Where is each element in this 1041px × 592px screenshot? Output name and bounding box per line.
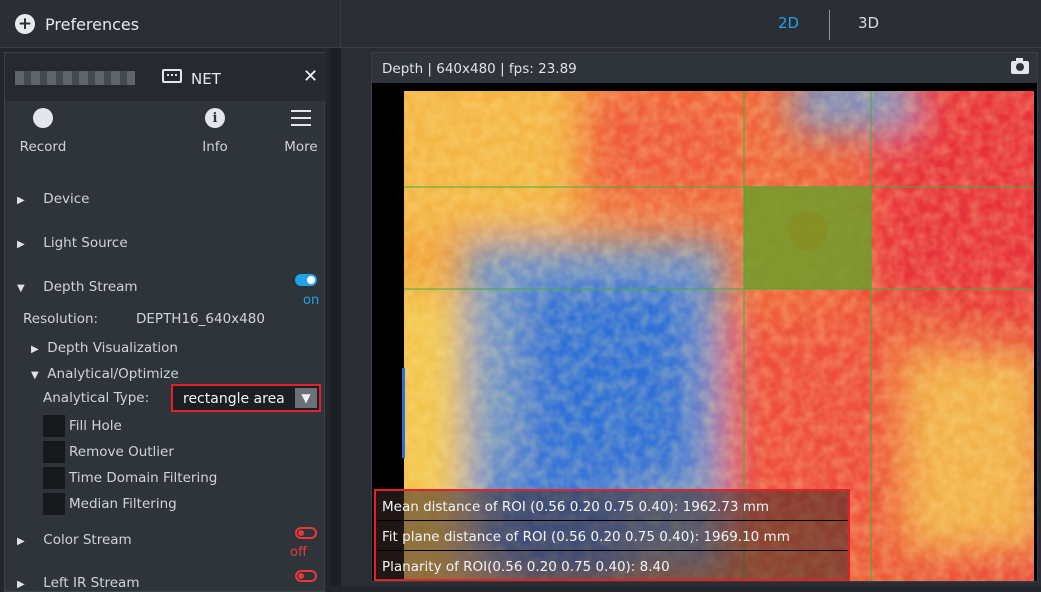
- analytical-optimize-item[interactable]: ▼ Analytical/Optimize: [31, 366, 179, 382]
- section-left-ir-stream[interactable]: ▶ Left IR Stream: [17, 575, 139, 591]
- camera-icon[interactable]: [1011, 58, 1029, 74]
- remove-outlier-checkbox[interactable]: [43, 441, 65, 463]
- section-label: Left IR Stream: [43, 575, 140, 591]
- record-label: Record: [19, 139, 67, 155]
- top-bar: + Preferences 2D 3D: [0, 0, 1041, 48]
- stream-viewer: Depth | 640x480 | fps: 23.89 Mean distan…: [341, 48, 1041, 586]
- analytical-type-select[interactable]: rectangle area ▼: [171, 384, 321, 412]
- section-label: Light Source: [43, 235, 128, 251]
- info-label: Info: [202, 139, 228, 155]
- edge-artifact: [402, 368, 405, 458]
- expand-arrow-icon: ▶: [31, 344, 39, 355]
- preferences-button[interactable]: + Preferences: [0, 0, 341, 48]
- section-device[interactable]: ▶ Device: [17, 191, 89, 207]
- record-button[interactable]: Record: [13, 108, 73, 155]
- remove-outlier-label: Remove Outlier: [69, 444, 174, 460]
- roi-center-mark: [788, 211, 828, 251]
- preferences-label: Preferences: [45, 14, 140, 34]
- device-name-redacted: [15, 71, 135, 85]
- close-icon[interactable]: ✕: [303, 66, 318, 87]
- depth-visualization-item[interactable]: ▶ Depth Visualization: [31, 340, 178, 356]
- stream-title: Depth | 640x480 | fps: 23.89: [382, 61, 577, 77]
- color-stream-state: off: [290, 545, 307, 560]
- tab-2d[interactable]: 2D: [778, 14, 799, 32]
- fill-hole-checkbox[interactable]: [43, 415, 65, 437]
- network-icon: [162, 69, 182, 83]
- connection-label: NET: [191, 70, 221, 88]
- expand-arrow-icon: ▶: [17, 239, 25, 250]
- median-filtering-label: Median Filtering: [69, 496, 177, 512]
- resolution-row: Resolution: DEPTH16_640x480: [23, 311, 265, 327]
- analytical-type-value: rectangle area: [183, 391, 285, 407]
- median-filtering-checkbox[interactable]: [43, 493, 65, 515]
- roi-stats-panel: Mean distance of ROI (0.56 0.20 0.75 0.4…: [374, 489, 850, 581]
- hamburger-icon: [291, 108, 311, 128]
- expand-arrow-icon: ▶: [17, 536, 25, 547]
- section-depth-stream[interactable]: ▼ Depth Stream: [17, 279, 138, 295]
- info-button[interactable]: i Info: [185, 108, 245, 155]
- device-card: NET ✕ Record i Info More ▶ Device ▶ Ligh…: [4, 52, 326, 592]
- depth-stream-toggle[interactable]: [295, 274, 317, 286]
- section-light-source[interactable]: ▶ Light Source: [17, 235, 128, 251]
- resolution-value: DEPTH16_640x480: [136, 311, 265, 327]
- time-domain-filtering-label: Time Domain Filtering: [69, 470, 218, 486]
- panel-scrollbar[interactable]: [330, 48, 341, 586]
- record-icon: [33, 108, 53, 128]
- device-header: NET ✕: [5, 53, 326, 101]
- collapse-arrow-icon: ▼: [31, 370, 39, 381]
- roi-planarity: Planarity of ROI(0.56 0.20 0.75 0.40): 8…: [382, 559, 670, 575]
- depth-view: Depth | 640x480 | fps: 23.89 Mean distan…: [371, 52, 1038, 582]
- tab-divider: [829, 10, 830, 40]
- left-ir-stream-toggle[interactable]: [295, 570, 317, 582]
- section-color-stream[interactable]: ▶ Color Stream: [17, 532, 132, 548]
- more-button[interactable]: More: [271, 108, 331, 155]
- section-label: Color Stream: [43, 532, 132, 548]
- roi-mean-distance: Mean distance of ROI (0.56 0.20 0.75 0.4…: [382, 499, 770, 515]
- plus-icon: +: [15, 14, 35, 34]
- depth-stream-state: on: [303, 293, 320, 308]
- time-domain-filtering-checkbox[interactable]: [43, 467, 65, 489]
- section-label: Depth Stream: [43, 279, 138, 295]
- item-label: Depth Visualization: [47, 340, 178, 356]
- color-stream-toggle[interactable]: [295, 527, 317, 539]
- view-header: Depth | 640x480 | fps: 23.89: [372, 53, 1037, 83]
- collapse-arrow-icon: ▼: [17, 283, 25, 294]
- item-label: Analytical/Optimize: [47, 366, 179, 382]
- tab-3d[interactable]: 3D: [858, 14, 879, 32]
- more-label: More: [284, 139, 318, 155]
- roi-divider: [376, 550, 848, 551]
- expand-arrow-icon: ▶: [17, 195, 25, 206]
- roi-divider: [376, 520, 848, 521]
- dropdown-arrow-icon: ▼: [295, 388, 317, 408]
- left-panel: NET ✕ Record i Info More ▶ Device ▶ Ligh…: [0, 48, 341, 592]
- section-label: Device: [43, 191, 90, 207]
- resolution-label: Resolution:: [23, 311, 99, 327]
- roi-fit-plane-distance: Fit plane distance of ROI (0.56 0.20 0.7…: [382, 529, 790, 545]
- fill-hole-label: Fill Hole: [69, 418, 122, 434]
- expand-arrow-icon: ▶: [17, 579, 25, 590]
- info-icon: i: [205, 108, 225, 128]
- analytical-type-label: Analytical Type:: [43, 390, 150, 406]
